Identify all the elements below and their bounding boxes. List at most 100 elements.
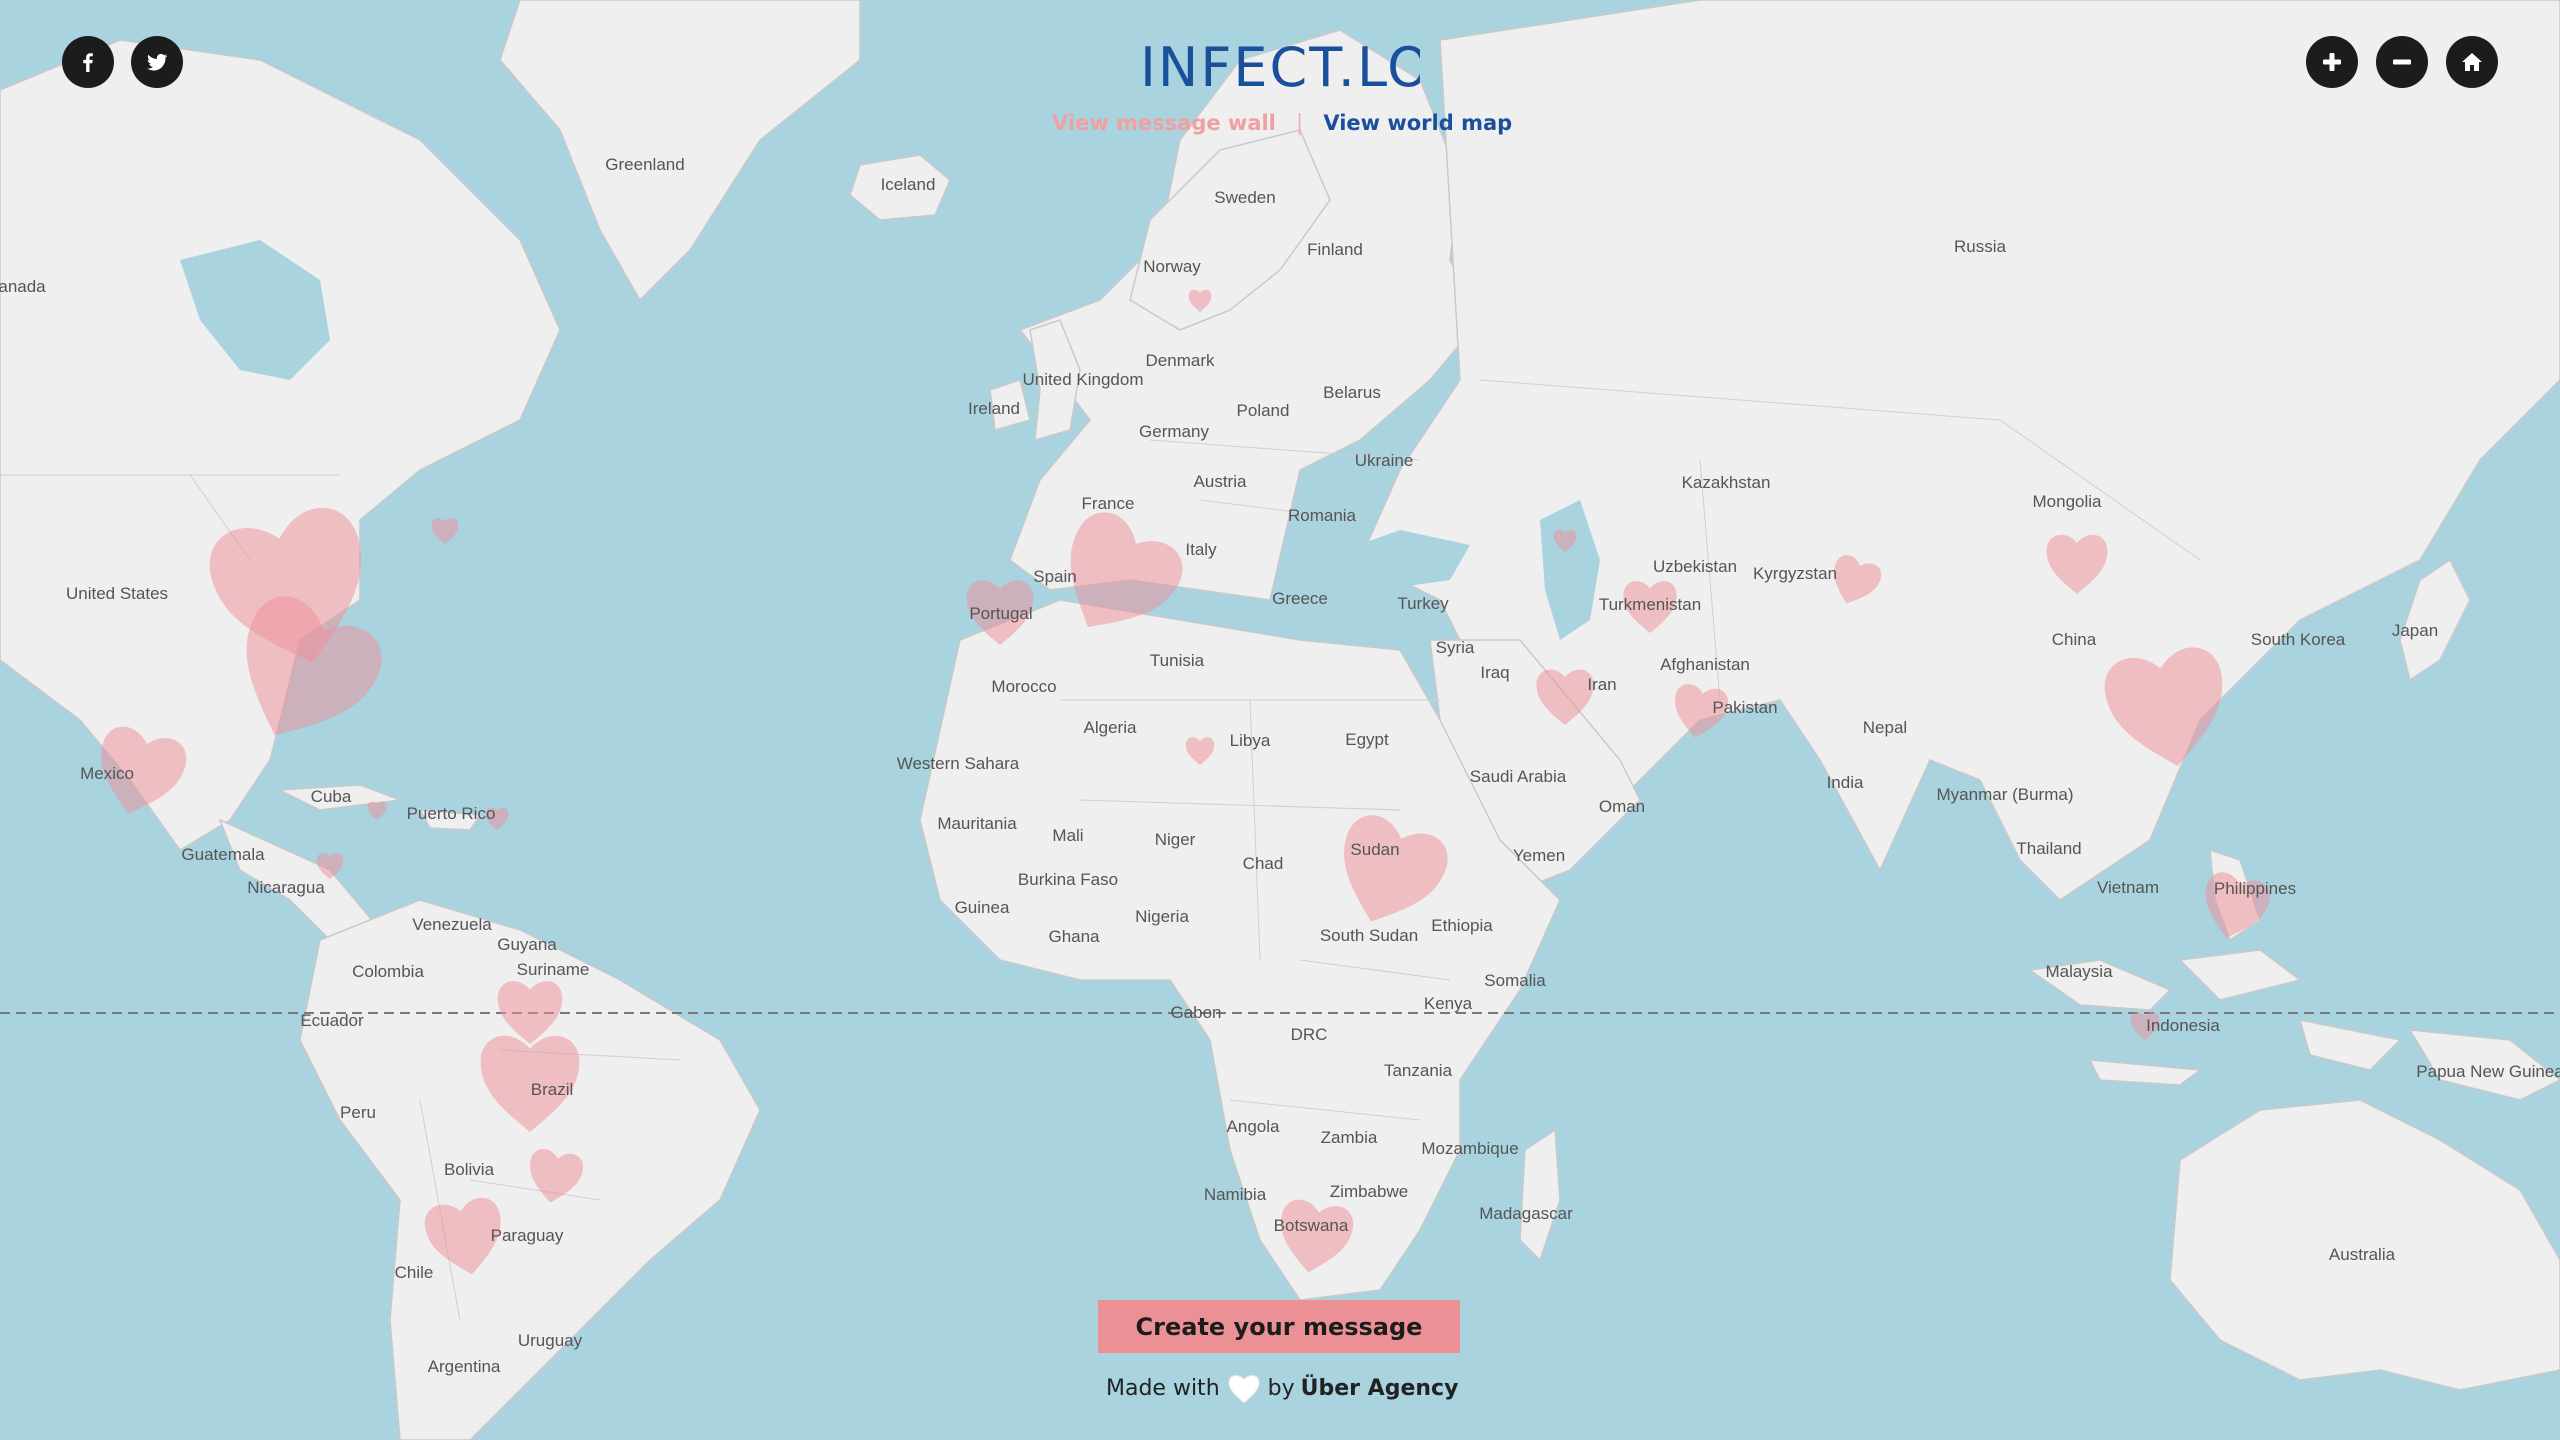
- country-label: Iraq: [1480, 663, 1509, 682]
- country-label: Afghanistan: [1660, 655, 1750, 674]
- agency-link[interactable]: Über Agency: [1301, 1376, 1459, 1401]
- country-label: United Kingdom: [1023, 370, 1144, 389]
- country-label: Zimbabwe: [1330, 1182, 1408, 1201]
- country-label: Uruguay: [518, 1331, 583, 1350]
- country-label: Philippines: [2214, 879, 2296, 898]
- country-label: Guinea: [955, 898, 1010, 917]
- country-label: Uzbekistan: [1653, 557, 1737, 576]
- country-label: Venezuela: [412, 915, 492, 934]
- country-label: Germany: [1139, 422, 1209, 441]
- country-label: France: [1082, 494, 1135, 513]
- country-label: Sweden: [1214, 188, 1275, 207]
- country-label: Angola: [1227, 1117, 1280, 1136]
- country-label: Finland: [1307, 240, 1363, 259]
- country-label: Suriname: [517, 960, 590, 979]
- country-label: Somalia: [1484, 971, 1546, 990]
- world-map[interactable]: Greenland Iceland Sweden Finland Norway Russi…: [0, 0, 2560, 1440]
- home-button[interactable]: [2446, 36, 2498, 88]
- country-label: South Sudan: [1320, 926, 1418, 945]
- country-label: Ethiopia: [1431, 916, 1493, 935]
- country-label: Iran: [1587, 675, 1616, 694]
- country-label: Vietnam: [2097, 878, 2159, 897]
- country-label: Pakistan: [1712, 698, 1777, 717]
- country-label: Malaysia: [2045, 962, 2113, 981]
- country-label: Puerto Rico: [407, 804, 496, 823]
- country-label: Sudan: [1350, 840, 1399, 859]
- country-label: Nepal: [1863, 718, 1907, 737]
- country-label: Guyana: [497, 935, 557, 954]
- country-label: Cuba: [311, 787, 352, 806]
- logo-text: INFECT.LOVE: [1140, 36, 1420, 99]
- country-label: Ecuador: [300, 1011, 364, 1030]
- country-label: Egypt: [1345, 730, 1389, 749]
- heart-icon: [1228, 1374, 1260, 1404]
- country-label: Paraguay: [491, 1226, 564, 1245]
- country-label: Turkmenistan: [1599, 595, 1701, 614]
- country-label: China: [2052, 630, 2097, 649]
- country-label: Australia: [2329, 1245, 2396, 1264]
- country-label: Saudi Arabia: [1470, 767, 1567, 786]
- country-label: Western Sahara: [897, 754, 1020, 773]
- country-label: Nicaragua: [247, 878, 325, 897]
- country-label: Madagascar: [1479, 1204, 1573, 1223]
- country-label: Norway: [1143, 257, 1201, 276]
- country-label: Bolivia: [444, 1160, 495, 1179]
- country-label: Tanzania: [1384, 1061, 1453, 1080]
- country-label: Mali: [1052, 826, 1083, 845]
- country-label: Indonesia: [2146, 1016, 2220, 1035]
- country-label: Papua New Guinea: [2416, 1062, 2560, 1081]
- view-message-wall-link[interactable]: View message wall: [1052, 111, 1276, 135]
- country-label: Burkina Faso: [1018, 870, 1118, 889]
- country-label: Iceland: [881, 175, 936, 194]
- country-label: Algeria: [1084, 718, 1137, 737]
- twitter-icon: [147, 53, 168, 71]
- nav-links: View message wall | View world map: [1052, 107, 1512, 139]
- country-label: Mexico: [80, 764, 134, 783]
- country-label: Peru: [340, 1103, 376, 1122]
- country-label: Morocco: [991, 677, 1056, 696]
- country-label: Gabon: [1170, 1003, 1221, 1022]
- zoom-out-button[interactable]: [2376, 36, 2428, 88]
- country-label: Ireland: [968, 399, 1020, 418]
- country-label: Niger: [1155, 830, 1196, 849]
- country-label: DRC: [1291, 1025, 1328, 1044]
- country-label: Botswana: [1274, 1216, 1349, 1235]
- nav-separator: |: [1295, 110, 1304, 136]
- zoom-in-button[interactable]: [2306, 36, 2358, 88]
- country-label: Romania: [1288, 506, 1357, 525]
- facebook-share-button[interactable]: [62, 36, 114, 88]
- country-label: Libya: [1230, 731, 1271, 750]
- view-world-map-link[interactable]: View world map: [1323, 111, 1512, 135]
- country-label: Japan: [2392, 621, 2438, 640]
- country-label: Ukraine: [1355, 451, 1414, 470]
- country-label: Mongolia: [2033, 492, 2103, 511]
- country-label: Colombia: [352, 962, 424, 981]
- country-label: United States: [66, 584, 168, 603]
- plus-icon: [2323, 53, 2341, 71]
- country-label: Spain: [1033, 567, 1076, 586]
- country-label: Oman: [1599, 797, 1645, 816]
- country-label: Nigeria: [1135, 907, 1189, 926]
- country-label: Kazakhstan: [1682, 473, 1771, 492]
- country-label: Argentina: [428, 1357, 501, 1376]
- create-message-button[interactable]: Create your message: [1098, 1300, 1460, 1353]
- country-label: Namibia: [1204, 1185, 1267, 1204]
- country-label: Myanmar (Burma): [1937, 785, 2074, 804]
- country-label: Ghana: [1048, 927, 1100, 946]
- country-label: Poland: [1237, 401, 1290, 420]
- country-label: Syria: [1436, 638, 1475, 657]
- country-label: Denmark: [1146, 351, 1215, 370]
- country-label: Yemen: [1513, 846, 1565, 865]
- home-icon: [2462, 53, 2482, 71]
- infect-love-logo[interactable]: INFECT.LOVE: [1140, 28, 1420, 100]
- facebook-icon: [83, 53, 93, 72]
- country-label: Mozambique: [1421, 1139, 1518, 1158]
- country-label: Thailand: [2016, 839, 2081, 858]
- country-label: Austria: [1194, 472, 1247, 491]
- country-label: Tunisia: [1150, 651, 1205, 670]
- twitter-share-button[interactable]: [131, 36, 183, 88]
- country-label: Kenya: [1424, 994, 1473, 1013]
- country-label: Belarus: [1323, 383, 1381, 402]
- by-text: by: [1267, 1375, 1295, 1401]
- country-label: Turkey: [1397, 594, 1449, 613]
